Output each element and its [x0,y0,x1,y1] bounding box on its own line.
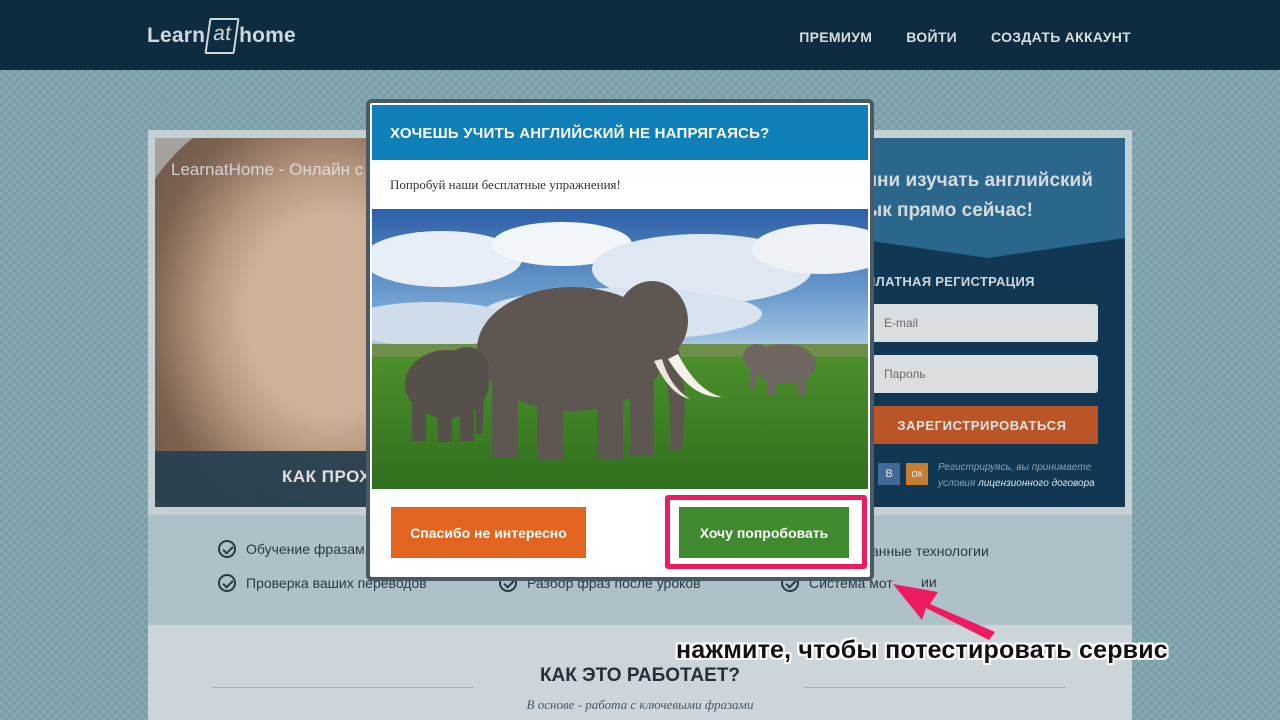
nav-premium-link[interactable]: ПРЕМИУМ [799,29,872,45]
annotation-callout: нажмите, чтобы потестировать сервис [676,636,1168,664]
elephants-illustration [372,209,868,489]
modal-title: ХОЧЕШЬ УЧИТЬ АНГЛИЙСКИЙ НЕ НАПРЯГАЯСЬ? [390,125,770,142]
modal-header: ХОЧЕШЬ УЧИТЬ АНГЛИЙСКИЙ НЕ НАПРЯГАЯСЬ? [372,105,868,160]
try-it-button[interactable]: Хочу попробовать [679,507,849,558]
site-logo[interactable]: Learn at home [147,12,296,60]
nav-login-link[interactable]: ВОЙТИ [906,29,957,45]
decline-button[interactable]: Спасибо не интересно [391,507,586,558]
modal-message: Попробуй наши бесплатные упражнения! [390,177,621,192]
top-header: Learn at home ПРЕМИУМ ВОЙТИ СОЗДАТЬ АККА… [0,0,1280,70]
logo-text-mid: at [204,18,240,54]
logo-text-left: Learn [147,24,206,47]
elephants-image [372,209,868,489]
nav-signup-link[interactable]: СОЗДАТЬ АККАУНТ [991,29,1131,45]
logo-text-right: home [239,24,296,47]
main-nav: ПРЕМИУМ ВОЙТИ СОЗДАТЬ АККАУНТ [799,29,1131,45]
promo-modal: ХОЧЕШЬ УЧИТЬ АНГЛИЙСКИЙ НЕ НАПРЯГАЯСЬ? П… [366,99,874,581]
